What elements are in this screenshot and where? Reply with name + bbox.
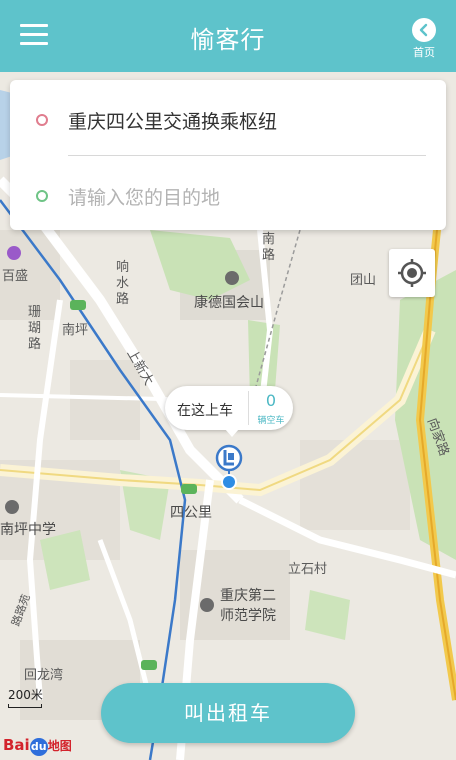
map-label-chongqing-normal-2: 师范学院: [220, 608, 276, 624]
map-label-nanping: 南坪: [62, 323, 89, 338]
logo-text-1: Bai: [3, 736, 30, 754]
map-scale: 200米: [8, 686, 43, 708]
empty-taxi-count: 0: [265, 391, 277, 410]
scale-label: 200米: [8, 688, 43, 702]
map-label-lishi-village: 立石村: [288, 562, 328, 577]
start-location-text: 重庆四公里交通换乘枢纽: [68, 111, 278, 133]
logo-text-2: du: [29, 738, 48, 756]
back-arrow-icon: [412, 18, 436, 42]
map-label-xiangshui-road: 响水路: [116, 260, 130, 307]
start-dot-icon: [36, 114, 48, 126]
destination-input[interactable]: 请输入您的目的地: [10, 156, 446, 230]
map-label-nanping-middle-school: 南坪中学: [0, 522, 56, 538]
route-card: 重庆四公里交通换乘枢纽 请输入您的目的地: [10, 80, 446, 230]
page-title: 愉客行: [190, 26, 266, 54]
map-label-shanhu-road: 珊瑚路: [28, 305, 42, 352]
map-label-nan-road: 南路: [262, 232, 276, 263]
crosshair-icon: [398, 259, 426, 287]
map-label-tuanshan: 团山: [350, 273, 377, 288]
locate-button[interactable]: [389, 249, 435, 297]
pickup-bubble[interactable]: 在这上车 0 辆空车: [165, 386, 293, 437]
home-label: 首页: [413, 46, 435, 59]
destination-dot-icon: [36, 190, 48, 202]
app-header: 愉客行 首页: [0, 0, 456, 72]
home-button[interactable]: 首页: [406, 18, 442, 60]
pickup-label: 在这上车: [177, 403, 233, 419]
destination-placeholder: 请输入您的目的地: [68, 187, 221, 209]
call-taxi-button[interactable]: 叫出租车: [101, 683, 355, 743]
map-label-baisheng: 百盛: [2, 269, 29, 284]
scale-bar: [8, 704, 42, 708]
location-pin-icon: [213, 444, 245, 492]
empty-taxi-unit: 辆空车: [257, 416, 285, 426]
baidu-map-logo: Baidu地图: [3, 736, 72, 756]
start-location-row[interactable]: 重庆四公里交通换乘枢纽: [10, 80, 446, 154]
map-label-kangde: 康德国会山: [194, 295, 264, 311]
map-label-huilongwan: 回龙湾: [24, 668, 64, 683]
map-label-chongqing-normal: 重庆第二: [220, 588, 276, 604]
logo-text-3: 地图: [47, 739, 72, 753]
map-label-sigongli: 四公里: [170, 505, 212, 521]
